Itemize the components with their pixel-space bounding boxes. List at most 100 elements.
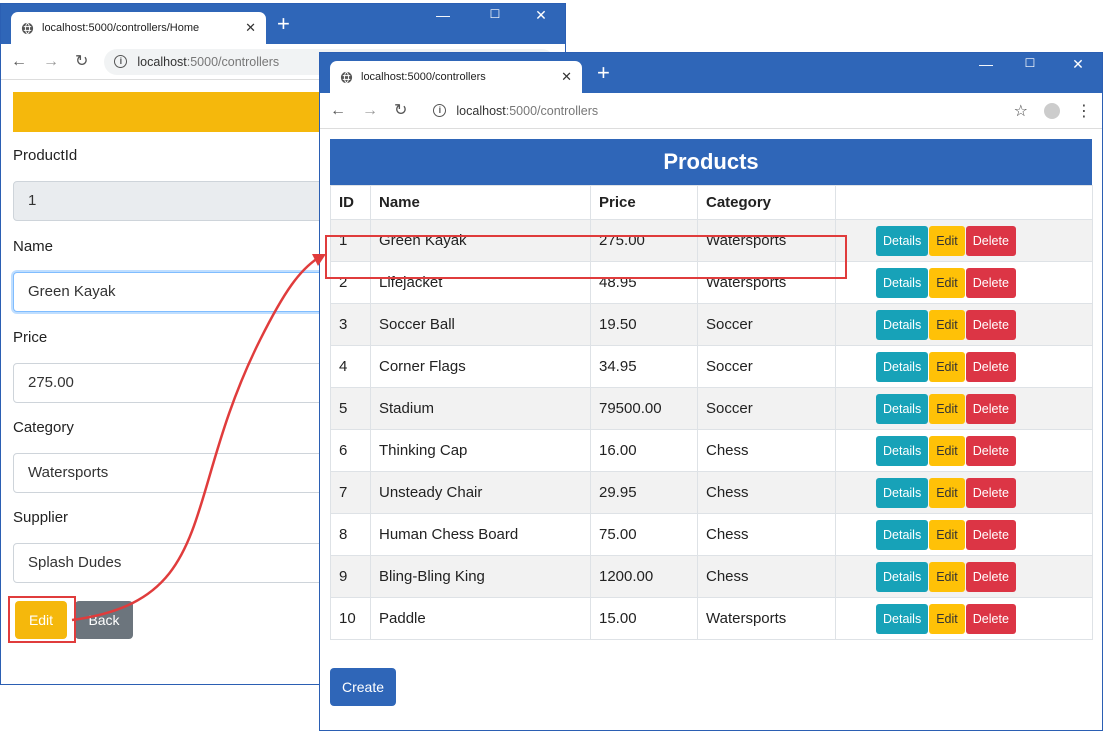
star-icon[interactable]: ☆	[1014, 101, 1028, 121]
edit-row-button[interactable]: Edit	[929, 267, 965, 298]
reload-icon[interactable]: ↻	[394, 102, 407, 119]
details-button[interactable]: Details	[876, 267, 929, 298]
edit-row-button[interactable]: Edit	[929, 225, 965, 256]
row-id: 5	[330, 387, 371, 430]
row-price: 75.00	[590, 513, 698, 556]
row-price: 1200.00	[590, 555, 698, 598]
row-id: 4	[330, 345, 371, 388]
right-url-field[interactable]: i localhost:5000/controllers	[423, 97, 998, 124]
table-header-row: ID Name Price Category	[330, 185, 1093, 220]
table-row: 8 Human Chess Board 75.00 Chess Details Edit D…	[330, 513, 1093, 556]
close-window-icon[interactable]: ✕	[1068, 56, 1088, 73]
edit-row-button[interactable]: Edit	[929, 309, 965, 340]
delete-button[interactable]: Delete	[965, 267, 1016, 298]
row-category: Soccer	[697, 303, 836, 346]
close-icon[interactable]: ✕	[561, 69, 572, 85]
supplier-field[interactable]: Splash Dudes	[13, 543, 333, 583]
row-price: 19.50	[590, 303, 698, 346]
new-tab-icon[interactable]: +	[277, 10, 290, 38]
url-path: :5000/controllers	[186, 54, 280, 69]
row-actions: Details Edit Delete	[835, 219, 1093, 262]
row-category: Soccer	[697, 345, 836, 388]
column-header: Price	[590, 185, 698, 220]
row-actions: Details Edit Delete	[835, 387, 1093, 430]
row-price: 15.00	[590, 597, 698, 640]
details-button[interactable]: Details	[876, 393, 929, 424]
right-address-bar: ← → ↻ i localhost:5000/controllers ☆ ⋮	[320, 93, 1102, 129]
column-header: Category	[697, 185, 836, 220]
details-button[interactable]: Details	[876, 225, 929, 256]
maximize-icon[interactable]: ☐	[1020, 56, 1040, 70]
row-actions: Details Edit Delete	[835, 303, 1093, 346]
edit-row-button[interactable]: Edit	[929, 561, 965, 592]
close-icon[interactable]: ✕	[245, 20, 256, 36]
row-actions: Details Edit Delete	[835, 471, 1093, 514]
row-actions: Details Edit Delete	[835, 513, 1093, 556]
row-id: 9	[330, 555, 371, 598]
create-button[interactable]: Create	[330, 668, 397, 706]
delete-button[interactable]: Delete	[965, 519, 1016, 550]
right-browser-window: localhost:5000/controllers ✕ + — ☐ ✕ ← →…	[319, 52, 1103, 731]
delete-button[interactable]: Delete	[965, 477, 1016, 508]
back-arrow-icon[interactable]: ←	[330, 102, 346, 119]
edit-row-button[interactable]: Edit	[929, 393, 965, 424]
delete-button[interactable]: Delete	[965, 435, 1016, 466]
details-button[interactable]: Details	[876, 477, 929, 508]
details-button[interactable]: Details	[876, 309, 929, 340]
row-price: 16.00	[590, 429, 698, 472]
new-tab-icon[interactable]: +	[597, 59, 610, 87]
maximize-icon[interactable]: ☐	[485, 7, 505, 21]
left-tab-title: localhost:5000/controllers/Home	[42, 22, 200, 34]
edit-row-button[interactable]: Edit	[929, 519, 965, 550]
row-name: Thinking Cap	[370, 429, 591, 472]
minimize-icon[interactable]: —	[433, 7, 453, 23]
name-field[interactable]: Green Kayak	[13, 272, 333, 312]
edit-row-button[interactable]: Edit	[929, 477, 965, 508]
minimize-icon[interactable]: —	[976, 56, 996, 72]
details-button[interactable]: Details	[876, 603, 929, 634]
url-path: :5000/controllers	[505, 103, 599, 118]
price-field[interactable]: 275.00	[13, 363, 333, 403]
details-button[interactable]: Details	[876, 435, 929, 466]
delete-button[interactable]: Delete	[965, 309, 1016, 340]
row-highlight	[325, 235, 847, 279]
row-name: Stadium	[370, 387, 591, 430]
row-actions: Details Edit Delete	[835, 555, 1093, 598]
delete-button[interactable]: Delete	[965, 351, 1016, 382]
details-button[interactable]: Details	[876, 351, 929, 382]
close-window-icon[interactable]: ✕	[531, 7, 551, 24]
menu-icon[interactable]: ⋮	[1076, 101, 1092, 121]
details-button[interactable]: Details	[876, 561, 929, 592]
url-host: localhost	[137, 54, 187, 69]
profile-icon[interactable]	[1044, 102, 1060, 119]
info-icon: i	[433, 104, 447, 117]
row-category: Chess	[697, 429, 836, 472]
row-id: 10	[330, 597, 371, 640]
edit-row-button[interactable]: Edit	[929, 603, 965, 634]
row-name: Soccer Ball	[370, 303, 591, 346]
details-button[interactable]: Details	[876, 519, 929, 550]
delete-button[interactable]: Delete	[965, 603, 1016, 634]
delete-button[interactable]: Delete	[965, 561, 1016, 592]
edit-row-button[interactable]: Edit	[929, 351, 965, 382]
delete-button[interactable]: Delete	[965, 225, 1016, 256]
row-name: Unsteady Chair	[370, 471, 591, 514]
reload-icon[interactable]: ↻	[75, 53, 88, 70]
table-row: 7 Unsteady Chair 29.95 Chess Details Edit Dele…	[330, 471, 1093, 514]
back-arrow-icon[interactable]: ←	[11, 53, 27, 70]
row-name: Human Chess Board	[370, 513, 591, 556]
table-row: 6 Thinking Cap 16.00 Chess Details Edit Delete	[330, 429, 1093, 472]
right-tab[interactable]: localhost:5000/controllers ✕	[330, 61, 582, 93]
row-id: 8	[330, 513, 371, 556]
back-button[interactable]: Back	[75, 601, 133, 639]
price-label: Price	[13, 329, 48, 346]
category-field[interactable]: Watersports	[13, 453, 333, 493]
row-category: Watersports	[697, 597, 836, 640]
column-header: Name	[370, 185, 591, 220]
left-tab[interactable]: localhost:5000/controllers/Home ✕	[11, 12, 266, 44]
right-tab-bar: localhost:5000/controllers ✕ + — ☐ ✕	[320, 53, 1102, 93]
forward-arrow-icon[interactable]: →	[362, 102, 378, 119]
delete-button[interactable]: Delete	[965, 393, 1016, 424]
edit-row-button[interactable]: Edit	[929, 435, 965, 466]
forward-arrow-icon[interactable]: →	[43, 53, 59, 70]
